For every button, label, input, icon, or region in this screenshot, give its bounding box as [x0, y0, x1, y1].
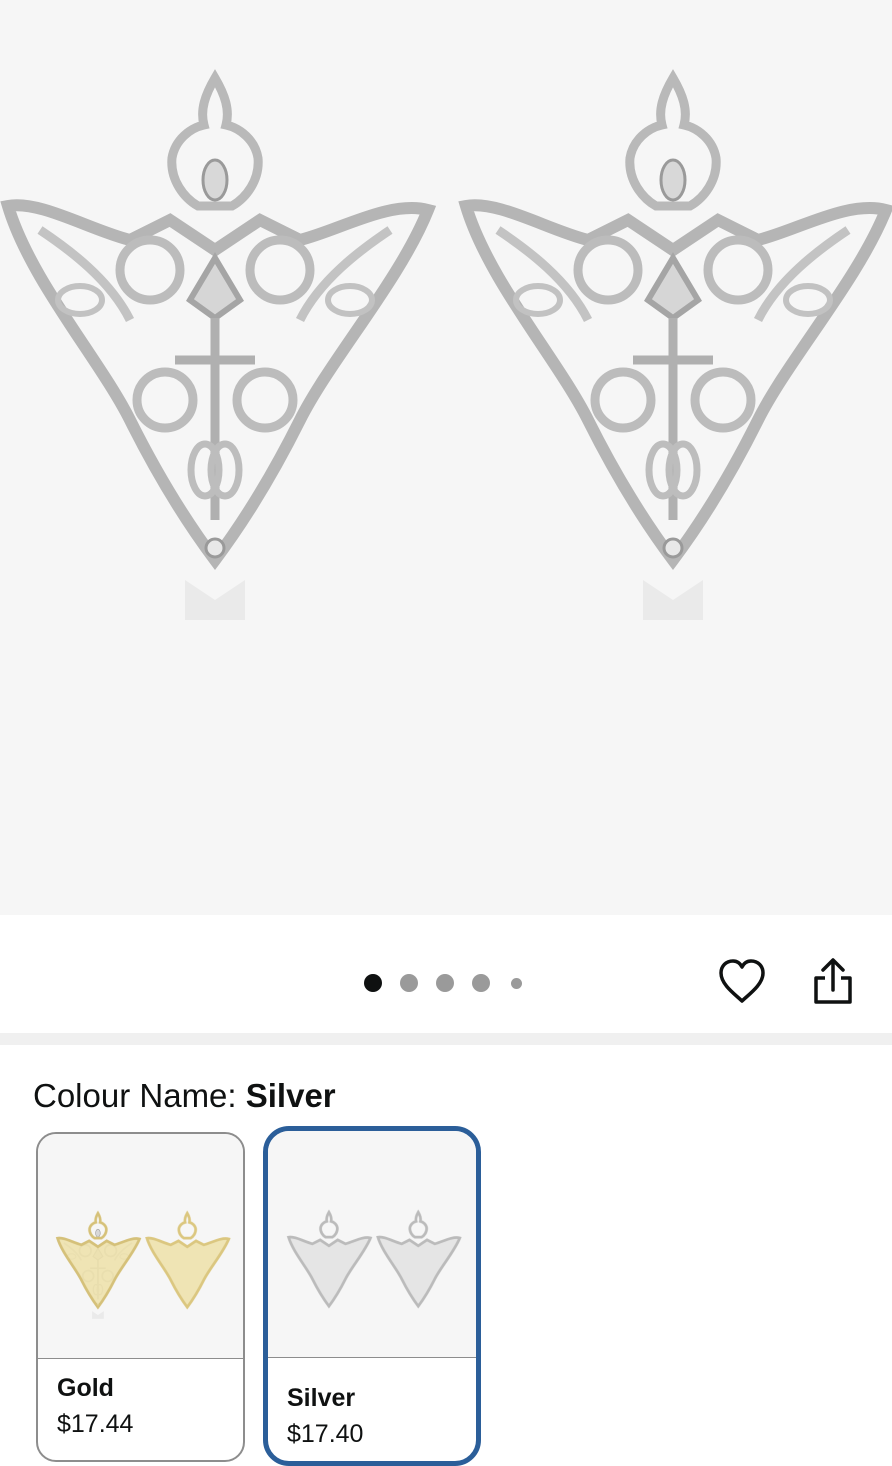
colour-name-value: Silver: [245, 1077, 336, 1114]
product-image-gallery[interactable]: [0, 0, 892, 915]
pagination-dot-4[interactable]: [472, 974, 490, 992]
pagination-dot-2[interactable]: [400, 974, 418, 992]
heart-outline-icon: [719, 959, 765, 1003]
silver-collar-tips-image: [286, 1209, 462, 1309]
swatch-gold[interactable]: Gold $17.44: [36, 1132, 245, 1462]
swatch-silver-price: $17.40: [287, 1420, 364, 1448]
swatch-gold-name: Gold: [57, 1374, 114, 1402]
pagination-dot-3[interactable]: [436, 974, 454, 992]
wishlist-button[interactable]: [716, 956, 768, 1008]
swatch-silver-selected[interactable]: Silver $17.40: [263, 1126, 481, 1466]
colour-name-row: Colour Name: Silver: [33, 1074, 336, 1118]
swatch-silver-separator: [268, 1357, 476, 1358]
colour-name-label: Colour Name:: [33, 1077, 246, 1114]
swatch-silver-name: Silver: [287, 1384, 356, 1412]
product-image: [0, 0, 892, 915]
section-divider: [0, 1033, 892, 1045]
pagination-dot-5[interactable]: [511, 977, 522, 989]
share-icon: [814, 958, 852, 1004]
swatch-gold-separator: [38, 1358, 243, 1359]
image-pagination-dots[interactable]: [364, 974, 522, 992]
swatch-silver-thumbnail: [268, 1131, 476, 1357]
share-button[interactable]: [808, 956, 858, 1008]
pagination-dot-1[interactable]: [364, 974, 382, 992]
swatch-gold-price: $17.44: [57, 1410, 134, 1438]
gold-collar-tips-image: [55, 1210, 231, 1321]
swatch-gold-thumbnail: [38, 1134, 243, 1358]
